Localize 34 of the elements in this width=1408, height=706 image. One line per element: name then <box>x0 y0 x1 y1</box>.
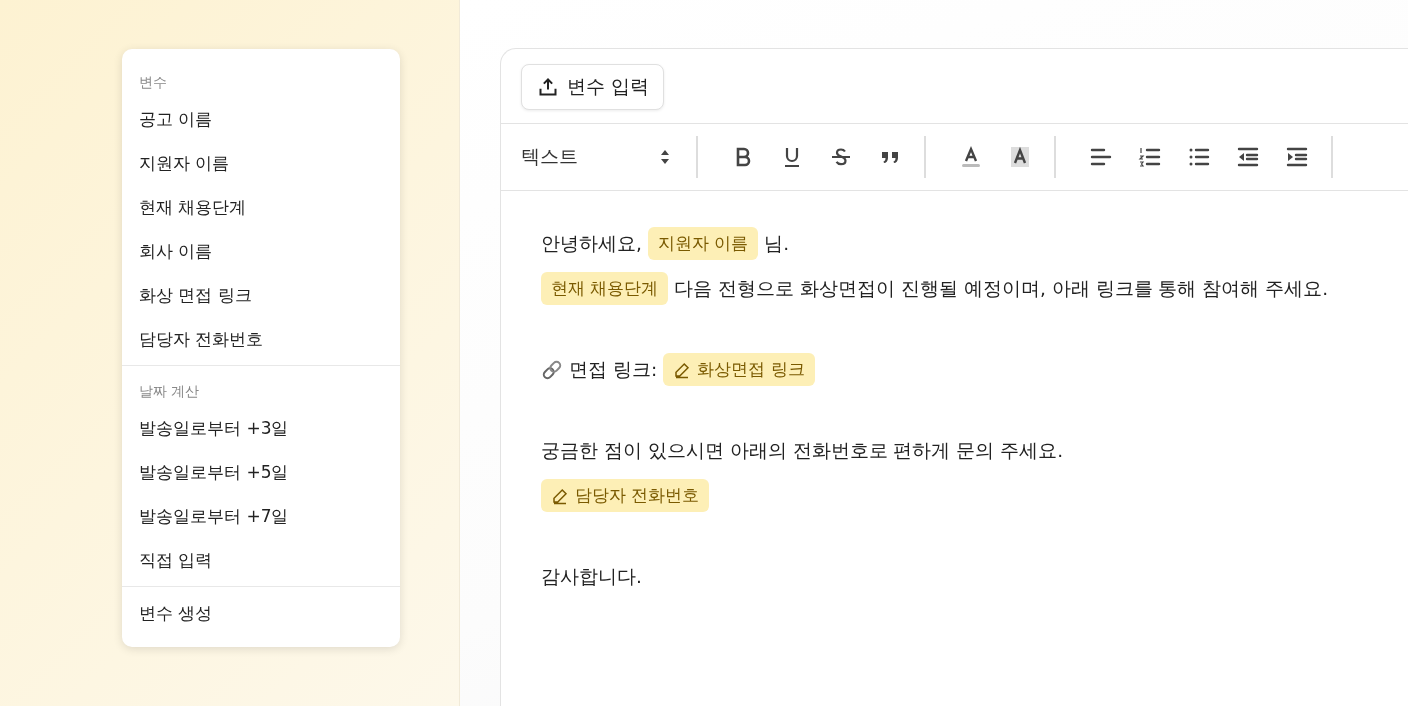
menu-item[interactable]: 발송일로부터 +7일 <box>122 494 400 538</box>
menu-item[interactable]: 직접 입력 <box>122 538 400 582</box>
menu-item[interactable]: 담당자 전화번호 <box>122 317 400 361</box>
text-color-icon[interactable] <box>959 145 983 169</box>
variable-tag[interactable]: 지원자 이름 <box>647 227 759 260</box>
menu-item[interactable]: 회사 이름 <box>122 229 400 273</box>
highlight-icon[interactable] <box>1008 145 1032 169</box>
menu-item[interactable]: 지원자 이름 <box>122 141 400 185</box>
menu-section-heading: 변수 <box>138 73 168 92</box>
body-text: 면접 링크: <box>569 358 658 382</box>
insert-variable-button[interactable]: 변수 입력 <box>521 64 665 110</box>
pencil-icon <box>673 360 692 379</box>
pencil-icon <box>551 486 569 505</box>
indent-icon[interactable] <box>1285 145 1309 169</box>
body-text: 다음 전형으로 화상면접이 진행될 예정이며, 아래 링크를 통해 참여해 주세요. <box>674 277 1329 301</box>
link-icon <box>541 358 563 381</box>
outdent-icon[interactable] <box>1236 145 1260 169</box>
menu-item[interactable]: 발송일로부터 +5일 <box>122 450 400 494</box>
menu-item[interactable]: 화상 면접 링크 <box>122 273 400 317</box>
upload-icon <box>538 77 558 97</box>
ordered-list-icon[interactable] <box>1138 145 1162 169</box>
variable-tag[interactable]: 담당자 전화번호 <box>541 479 710 512</box>
body-text: 님. <box>764 232 790 256</box>
format-select[interactable]: 텍스트 <box>521 144 696 170</box>
menu-item[interactable]: 공고 이름 <box>122 97 400 141</box>
menu-item[interactable]: 변수 생성 <box>122 591 400 635</box>
variable-tag[interactable]: 화상면접 링크 <box>663 353 815 386</box>
body-text: 궁금한 점이 있으시면 아래의 전화번호로 편하게 문의 주세요. <box>541 439 1064 463</box>
body-text: 안녕하세요, <box>541 232 642 256</box>
menu-item[interactable]: 발송일로부터 +3일 <box>122 406 400 450</box>
menu-section-heading: 날짜 계산 <box>138 382 201 401</box>
body-text: 감사합니다. <box>541 565 642 589</box>
menu-item[interactable]: 현재 채용단계 <box>122 185 400 229</box>
variable-tag[interactable]: 현재 채용단계 <box>541 272 669 305</box>
